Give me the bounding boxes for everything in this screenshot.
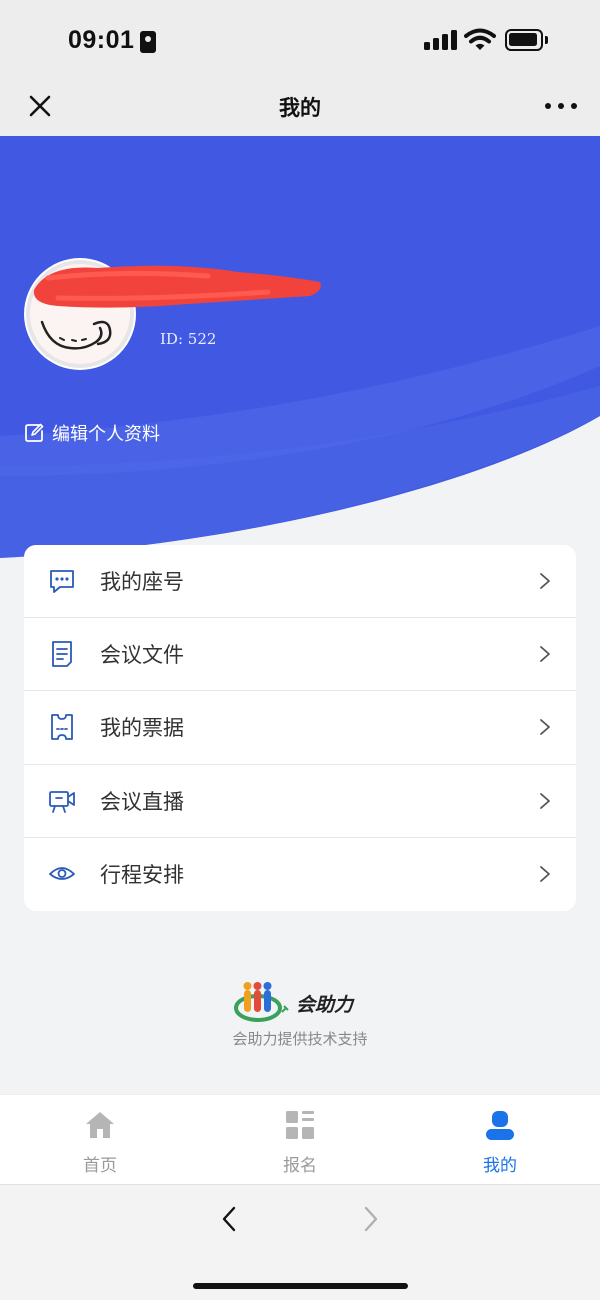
menu-item-my-seat[interactable]: 我的座号 bbox=[24, 545, 576, 619]
menu-item-live-stream[interactable]: 会议直播 bbox=[24, 765, 576, 838]
tab-register[interactable]: 报名 bbox=[200, 1095, 400, 1185]
video-camera-icon bbox=[49, 790, 75, 813]
tech-support-text: 会助力提供技术支持 bbox=[232, 1030, 368, 1048]
brand-logo-text: 会助力 bbox=[296, 994, 354, 1016]
more-options-icon[interactable] bbox=[545, 103, 577, 111]
eye-icon bbox=[49, 867, 75, 881]
tab-label: 我的 bbox=[483, 1156, 517, 1176]
tab-mine[interactable]: 我的 bbox=[400, 1095, 600, 1185]
cellular-signal-icon bbox=[424, 30, 458, 50]
menu-item-label: 会议文件 bbox=[100, 643, 184, 668]
bottom-tab-bar: 首页 报名 我的 bbox=[0, 1094, 600, 1184]
chat-bubble-icon bbox=[50, 570, 74, 593]
ticket-icon bbox=[51, 714, 73, 741]
contact-card-icon bbox=[140, 31, 156, 53]
menu-item-my-tickets[interactable]: 我的票据 bbox=[24, 691, 576, 765]
forward-arrow-icon[interactable] bbox=[358, 1205, 382, 1233]
menu-item-label: 我的座号 bbox=[100, 570, 184, 595]
chevron-right-icon bbox=[540, 573, 550, 589]
tab-home[interactable]: 首页 bbox=[0, 1095, 200, 1185]
grid-icon bbox=[286, 1111, 314, 1139]
tab-label: 首页 bbox=[83, 1156, 117, 1176]
chevron-right-icon bbox=[540, 866, 550, 883]
wifi-icon bbox=[464, 28, 496, 50]
edit-icon bbox=[25, 423, 44, 442]
menu-item-meeting-files[interactable]: 会议文件 bbox=[24, 618, 576, 692]
edit-profile-link[interactable]: 编辑个人资料 bbox=[24, 420, 160, 446]
chevron-right-icon bbox=[540, 719, 550, 736]
menu-card: 我的座号 会议文件 我的票据 会议直播 行程安排 bbox=[24, 545, 576, 911]
browser-toolbar bbox=[0, 1184, 600, 1300]
menu-item-label: 行程安排 bbox=[100, 863, 184, 888]
status-bar: 09:01 bbox=[0, 0, 600, 80]
menu-item-itinerary[interactable]: 行程安排 bbox=[24, 838, 576, 911]
document-icon bbox=[52, 641, 72, 668]
user-id: ID: 522 bbox=[160, 330, 217, 348]
status-time: 09:01 bbox=[68, 26, 135, 54]
redacted-username bbox=[33, 265, 321, 308]
home-indicator bbox=[193, 1283, 408, 1289]
back-arrow-icon[interactable] bbox=[218, 1205, 242, 1233]
brand-logo: 会助力 bbox=[234, 980, 364, 1026]
home-icon bbox=[86, 1112, 114, 1138]
profile-header: ID: 522 编辑个人资料 bbox=[0, 136, 600, 566]
chevron-right-icon bbox=[540, 646, 550, 663]
battery-icon bbox=[505, 29, 548, 51]
menu-item-label: 会议直播 bbox=[100, 789, 184, 814]
tab-label: 报名 bbox=[283, 1156, 317, 1176]
chevron-right-icon bbox=[540, 792, 550, 809]
nav-bar: 我的 bbox=[0, 80, 600, 136]
page-title: 我的 bbox=[279, 96, 321, 120]
menu-item-label: 我的票据 bbox=[100, 716, 184, 741]
edit-profile-label: 编辑个人资料 bbox=[52, 424, 160, 445]
user-icon bbox=[486, 1111, 514, 1140]
